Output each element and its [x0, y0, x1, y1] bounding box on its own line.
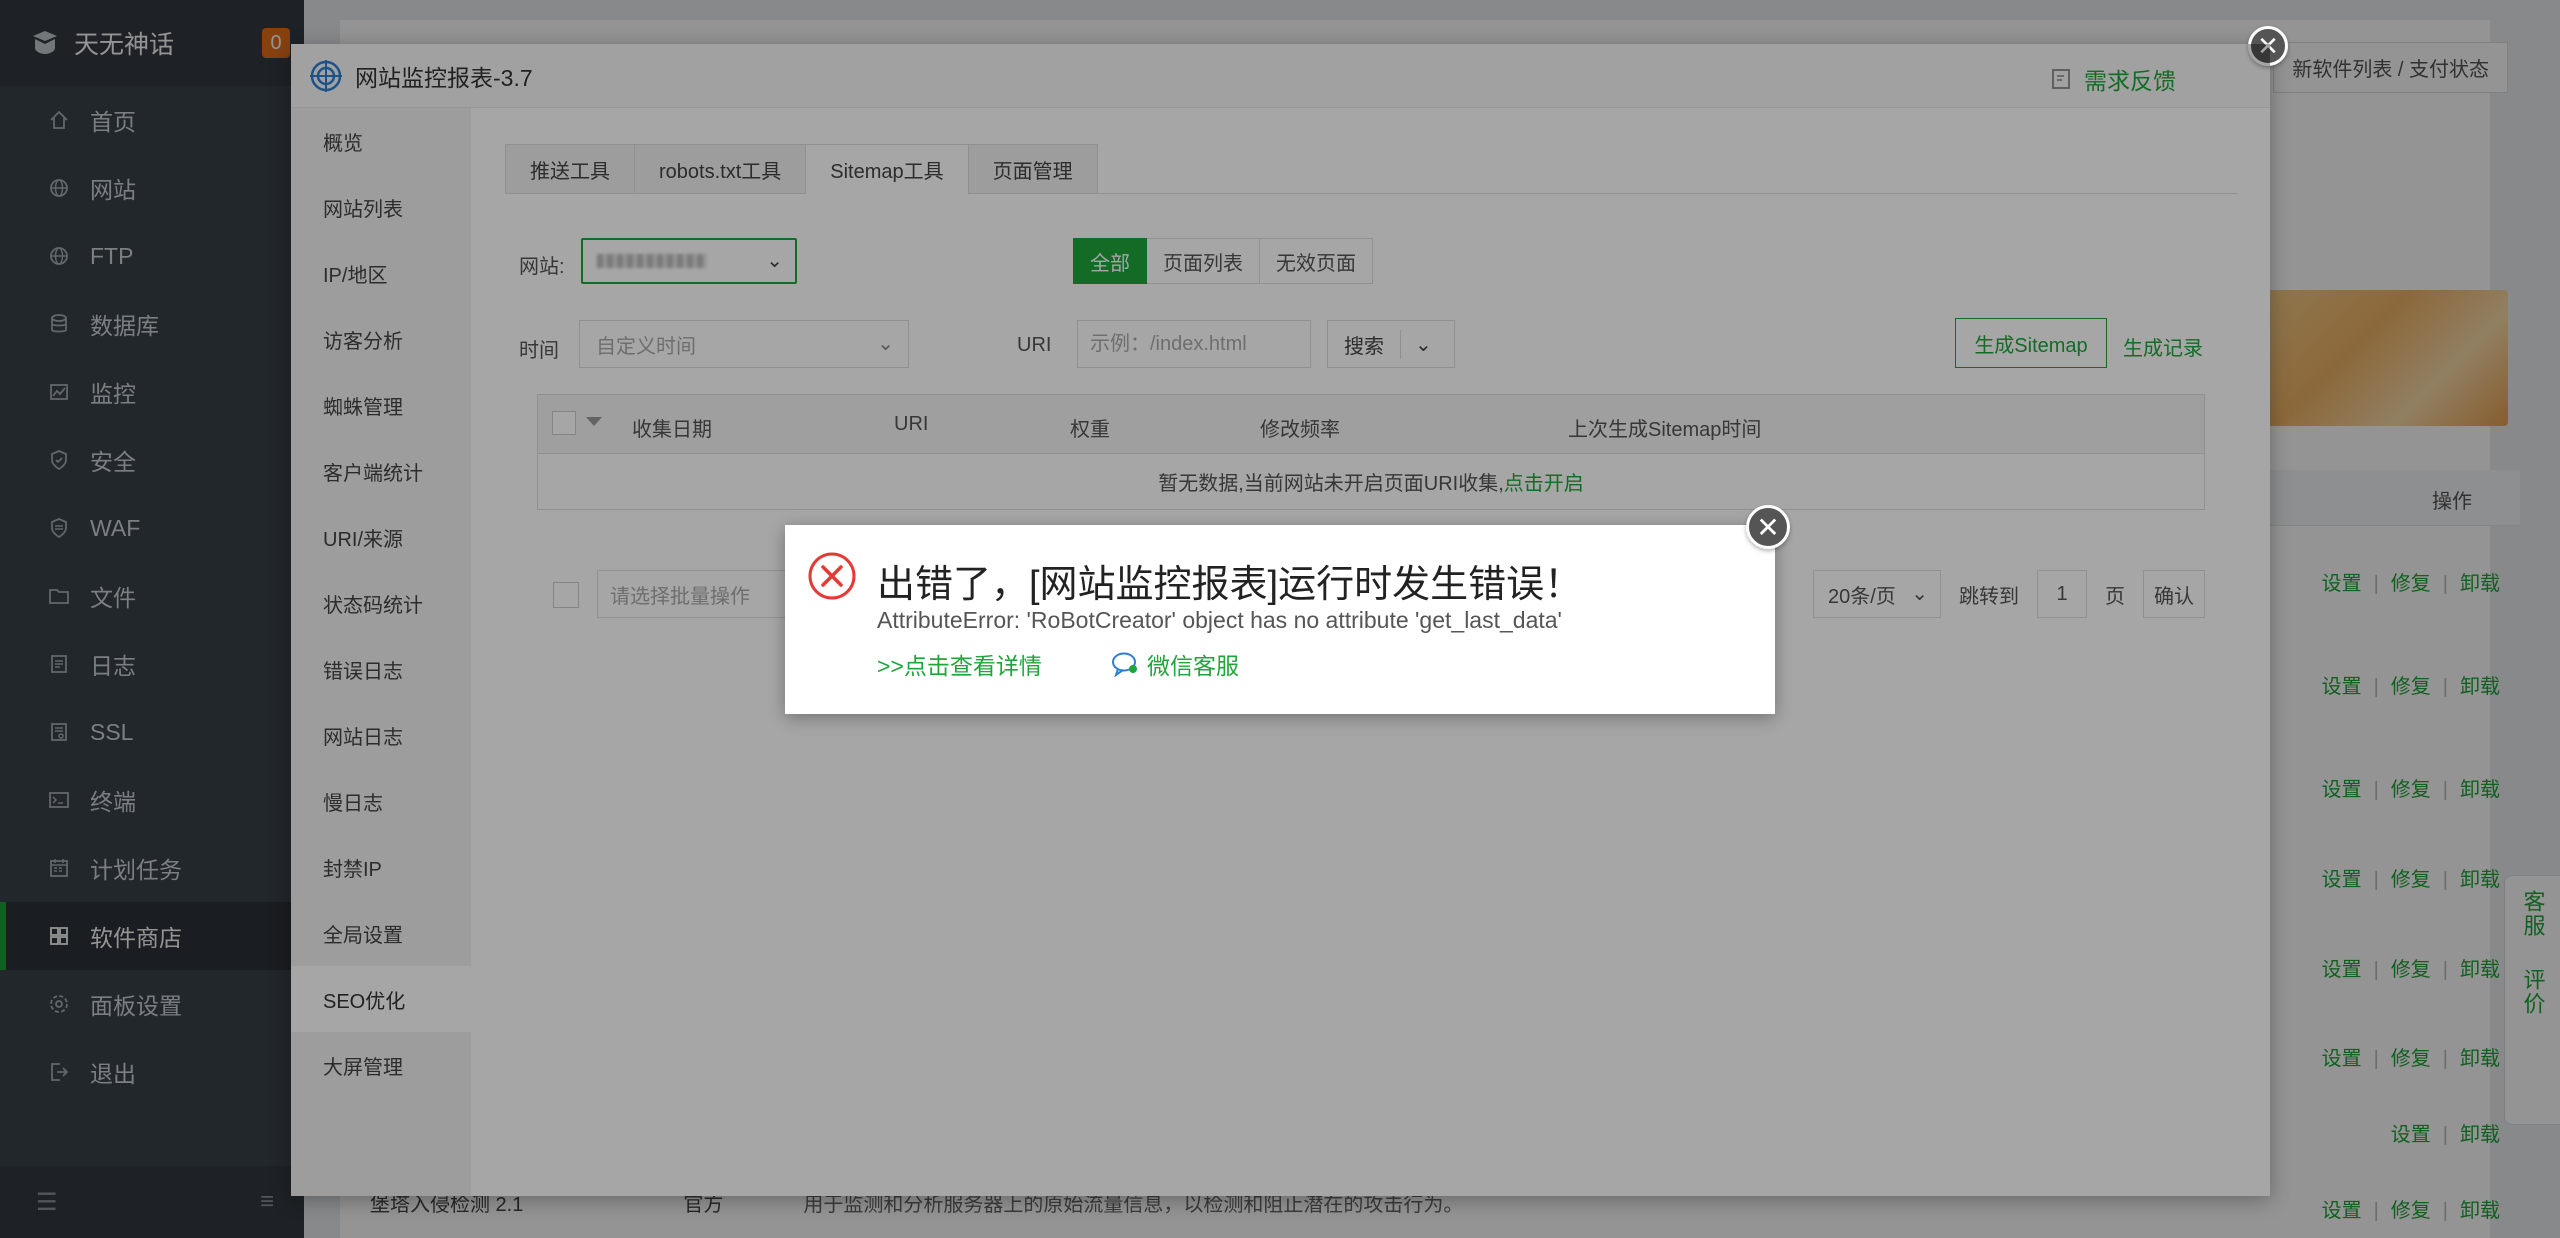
- error-close-button[interactable]: ✕: [1746, 505, 1790, 549]
- error-icon: [808, 552, 856, 600]
- view-details-link[interactable]: >>点击查看详情: [877, 647, 1042, 681]
- wechat-support-label: 微信客服: [1147, 653, 1239, 679]
- error-dialog: 出错了，[网站监控报表]运行时发生错误！ AttributeError: 'Ro…: [785, 525, 1775, 714]
- wechat-support-link[interactable]: 微信客服: [1111, 647, 1239, 681]
- chat-bubble-icon: [1112, 652, 1137, 677]
- error-message: AttributeError: 'RoBotCreator' object ha…: [877, 607, 1562, 633]
- error-title: 出错了，[网站监控报表]运行时发生错误！: [877, 564, 1583, 606]
